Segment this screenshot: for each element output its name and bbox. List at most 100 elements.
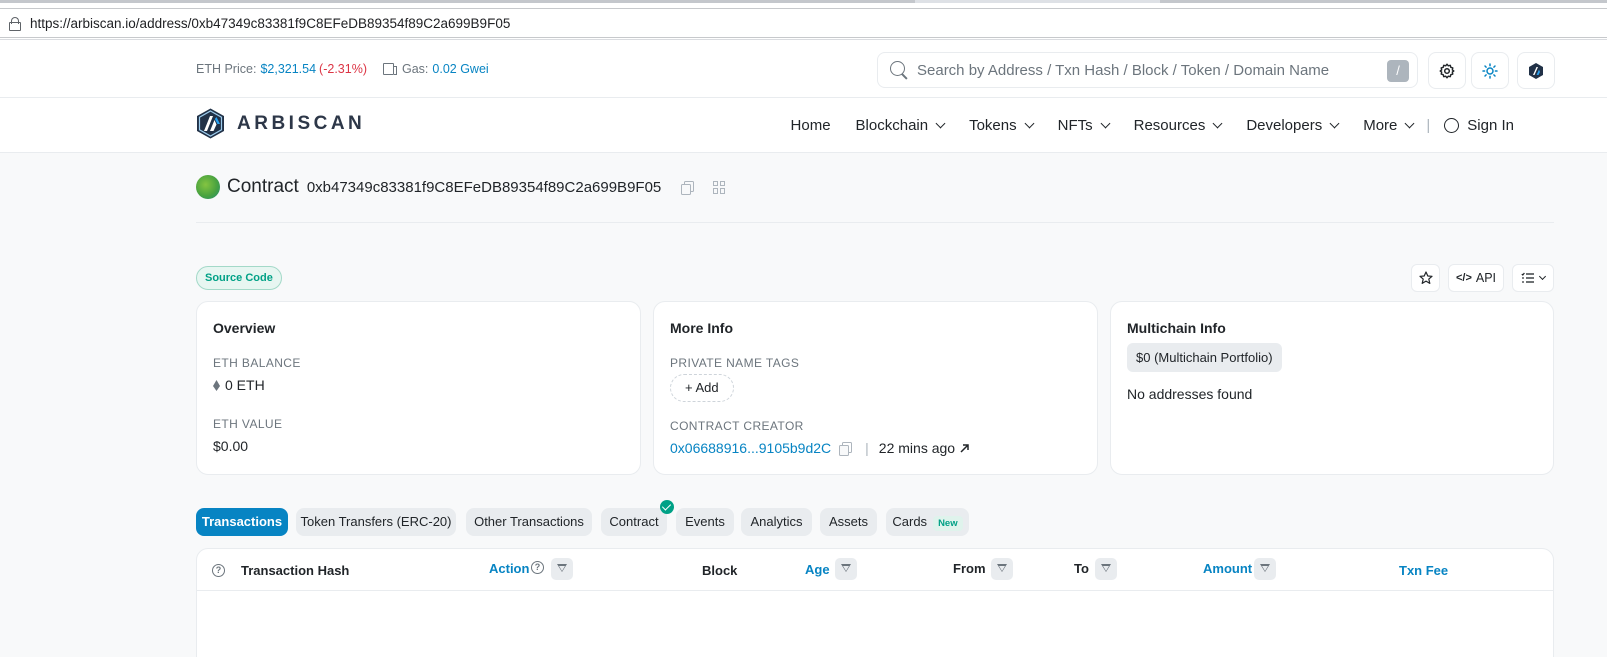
- new-badge: New: [933, 516, 963, 531]
- lock-icon: [9, 17, 21, 31]
- more-info-title: More Info: [670, 320, 733, 336]
- nav-nfts-label: NFTs: [1057, 117, 1093, 134]
- search-icon: [890, 61, 908, 79]
- eth-price-label: ETH Price:: [196, 62, 257, 76]
- nav-home-label: Home: [790, 117, 831, 134]
- nav-menu: Home Blockchain Tokens NFTs Resources De…: [766, 98, 1514, 153]
- source-code-badge[interactable]: Source Code: [196, 266, 282, 290]
- gas-pump-icon: [382, 63, 397, 75]
- sign-in-link[interactable]: Sign In: [1430, 117, 1514, 134]
- table-header: ? Transaction Hash Action ? Block Age Fr…: [197, 549, 1553, 591]
- search-bar[interactable]: /: [877, 52, 1418, 88]
- top-info-bar: ETH Price: $2,321.54 (-2.31%) Gas: 0.02 …: [0, 40, 1607, 98]
- col-from: From: [953, 561, 986, 576]
- filter-icon[interactable]: [1095, 558, 1117, 580]
- search-shortcut-key: /: [1387, 60, 1409, 82]
- user-circle-icon: [1444, 118, 1460, 133]
- eth-value-amount: $0.00: [213, 438, 249, 454]
- tab-cards[interactable]: Cards New: [886, 508, 969, 536]
- multichain-portfolio-button[interactable]: $0 (Multichain Portfolio): [1127, 343, 1282, 372]
- qr-code-icon[interactable]: [713, 180, 726, 194]
- nav-blockchain[interactable]: Blockchain: [855, 117, 946, 134]
- eth-price: ETH Price: $2,321.54 (-2.31%) Gas: 0.02 …: [196, 62, 489, 76]
- col-txn-fee[interactable]: Txn Fee: [1399, 563, 1448, 578]
- settings-button[interactable]: [1428, 52, 1466, 89]
- private-name-tags-label: PRIVATE NAME TAGS: [670, 356, 800, 370]
- page-title: Contract: [227, 176, 299, 197]
- more-info-card: More Info PRIVATE NAME TAGS + Add CONTRA…: [653, 301, 1098, 475]
- brand-logo[interactable]: ARBISCAN: [196, 108, 365, 139]
- star-icon: [1418, 271, 1433, 284]
- tab-other-transactions[interactable]: Other Transactions: [466, 508, 592, 536]
- list-options-icon: [1521, 272, 1534, 283]
- favorite-button[interactable]: [1411, 264, 1440, 292]
- browser-url-bar: https://arbiscan.io/address/0xb47349c833…: [0, 0, 1607, 40]
- nav-tokens-label: Tokens: [969, 117, 1017, 134]
- theme-toggle-button[interactable]: [1471, 52, 1509, 89]
- eth-balance-value: 0 ETH: [213, 377, 265, 393]
- chevron-down-icon: [935, 118, 946, 129]
- arrow-up-right-icon[interactable]: [959, 443, 970, 454]
- tab-events[interactable]: Events: [676, 508, 734, 536]
- gear-icon: [1439, 63, 1455, 78]
- url-text[interactable]: https://arbiscan.io/address/0xb47349c833…: [30, 16, 510, 31]
- tab-assets[interactable]: Assets: [820, 508, 877, 536]
- nav-tokens[interactable]: Tokens: [969, 117, 1035, 134]
- copy-icon[interactable]: [681, 180, 695, 195]
- nav-home[interactable]: Home: [791, 117, 831, 134]
- gas-value[interactable]: 0.02 Gwei: [432, 62, 488, 76]
- nav-nfts[interactable]: NFTs: [1057, 117, 1111, 134]
- brand-name: ARBISCAN: [237, 112, 366, 134]
- nav-developers[interactable]: Developers: [1246, 117, 1340, 134]
- contract-creator-label: CONTRACT CREATOR: [670, 419, 804, 433]
- nav-more[interactable]: More: [1363, 117, 1415, 134]
- nav-blockchain-label: Blockchain: [855, 117, 929, 134]
- chevron-down-icon: [1404, 118, 1415, 129]
- filter-icon[interactable]: [991, 558, 1013, 580]
- tab-transactions[interactable]: Transactions: [196, 508, 288, 536]
- nav-resources[interactable]: Resources: [1133, 117, 1223, 134]
- nav-more-label: More: [1363, 117, 1398, 134]
- col-age[interactable]: Age: [805, 562, 830, 577]
- api-button[interactable]: </> API: [1448, 264, 1504, 292]
- help-icon[interactable]: ?: [531, 561, 544, 574]
- col-to: To: [1074, 561, 1089, 576]
- creator-address-link[interactable]: 0x06688916...9105b9d2C: [670, 440, 831, 456]
- main-navbar: ARBISCAN Home Blockchain Tokens NFTs Res…: [0, 98, 1607, 153]
- search-input[interactable]: [917, 61, 1377, 79]
- transactions-table: ? Transaction Hash Action ? Block Age Fr…: [196, 548, 1554, 657]
- tab-analytics[interactable]: Analytics: [741, 508, 812, 536]
- chevron-down-icon: [1212, 118, 1223, 129]
- eth-price-value[interactable]: $2,321.54: [260, 62, 316, 76]
- network-switch-button[interactable]: [1517, 52, 1555, 89]
- add-name-tag-button[interactable]: + Add: [670, 374, 734, 402]
- arbitrum-logo-icon: [1529, 62, 1543, 79]
- eth-balance-label: ETH BALANCE: [213, 356, 301, 370]
- address-avatar: [196, 175, 220, 199]
- filter-icon[interactable]: [1254, 558, 1276, 580]
- chevron-down-icon: [1024, 118, 1035, 129]
- more-options-button[interactable]: [1512, 264, 1554, 292]
- copy-icon[interactable]: [839, 441, 853, 456]
- chevron-down-icon: [1100, 118, 1111, 129]
- filter-icon[interactable]: [551, 558, 573, 580]
- col-amount[interactable]: Amount: [1203, 561, 1252, 576]
- contract-creator-row: 0x06688916...9105b9d2C | 22 mins ago: [670, 440, 970, 456]
- eth-value-label: ETH VALUE: [213, 417, 283, 431]
- creator-tx-age[interactable]: 22 mins ago: [879, 440, 955, 456]
- nav-developers-label: Developers: [1246, 117, 1323, 134]
- tab-token-transfers[interactable]: Token Transfers (ERC-20): [296, 508, 456, 536]
- tab-contract[interactable]: Contract: [601, 508, 667, 536]
- col-block: Block: [702, 563, 738, 578]
- address-bar[interactable]: https://arbiscan.io/address/0xb47349c833…: [0, 8, 1607, 38]
- filter-icon[interactable]: [835, 558, 857, 580]
- api-label: API: [1475, 271, 1497, 285]
- browser-tab-strip: [0, 0, 1607, 3]
- sun-icon: [1482, 62, 1498, 79]
- eth-price-change: (-2.31%): [319, 62, 367, 76]
- sign-in-label: Sign In: [1467, 117, 1514, 134]
- header-divider: [196, 222, 1554, 223]
- col-action[interactable]: Action: [489, 561, 529, 576]
- nav-resources-label: Resources: [1133, 117, 1206, 134]
- help-icon[interactable]: ?: [212, 564, 225, 577]
